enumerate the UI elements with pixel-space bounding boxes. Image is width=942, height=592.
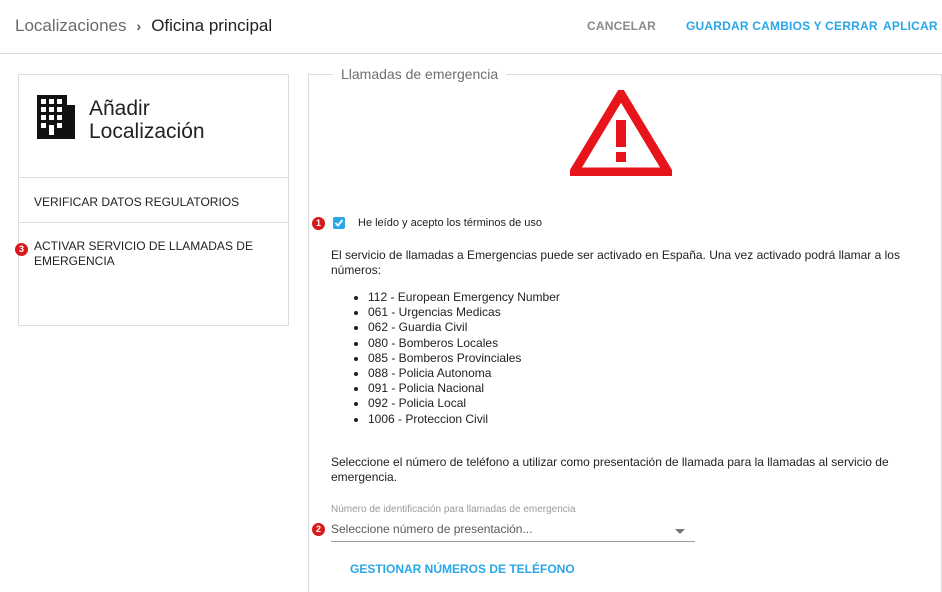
dropdown-arrow-icon[interactable] [675, 529, 685, 534]
list-item: 062 - Guardia Civil [354, 320, 560, 335]
wizard-title-line2: Localización [89, 120, 205, 143]
list-item: 061 - Urgencias Medicas [354, 305, 560, 320]
step-label: ACTIVAR SERVICIO DE LLAMADAS DE EMERGENC… [34, 239, 253, 268]
terms-row: He leído y acepto los términos de uso [333, 217, 542, 229]
caller-id-select-value: Seleccione número de presentación... [331, 522, 533, 536]
building-icon [37, 95, 75, 139]
list-item: 085 - Bomberos Provinciales [354, 351, 560, 366]
wizard-steps-panel: Añadir Localización VERIFICAR DATOS REGU… [18, 74, 289, 326]
apply-button[interactable]: APLICAR [883, 19, 938, 33]
step-verify-regulatory-data[interactable]: VERIFICAR DATOS REGULATORIOS [19, 178, 288, 223]
emergency-calls-section: Llamadas de emergencia He leído y acepto… [308, 66, 942, 592]
emergency-numbers-list: 112 - European Emergency Number 061 - Ur… [354, 290, 560, 427]
section-title: Llamadas de emergencia [333, 66, 507, 82]
list-item: 091 - Policia Nacional [354, 381, 560, 396]
step-label: VERIFICAR DATOS REGULATORIOS [34, 195, 240, 209]
list-item: 088 - Policia Autonoma [354, 366, 560, 381]
list-item: 092 - Policia Local [354, 396, 560, 411]
wizard-title: Añadir Localización [89, 97, 205, 143]
list-item: 080 - Bomberos Locales [354, 336, 560, 351]
warning-triangle-icon [570, 90, 672, 176]
caller-id-field-label: Número de identificación para llamadas d… [331, 504, 576, 515]
annotation-badge-2: 2 [312, 523, 325, 536]
intro-text: El servicio de llamadas a Emergencias pu… [331, 248, 900, 277]
list-item: 1006 - Proteccion Civil [354, 412, 560, 427]
page-title: Oficina principal [151, 16, 273, 35]
terms-checkbox[interactable] [333, 217, 345, 229]
top-bar: Localizaciones › Oficina principal CANCE… [0, 0, 942, 54]
step-activate-emergency-service[interactable]: ACTIVAR SERVICIO DE LLAMADAS DE EMERGENC… [19, 223, 288, 323]
breadcrumb: Localizaciones › Oficina principal [15, 16, 272, 36]
wizard-header: Añadir Localización [19, 75, 288, 178]
wizard-title-line1: Añadir [89, 97, 150, 120]
annotation-badge-1: 1 [312, 217, 325, 230]
breadcrumb-separator: › [136, 18, 142, 34]
list-item: 112 - European Emergency Number [354, 290, 560, 305]
check-icon [334, 219, 344, 227]
manage-phone-numbers-button[interactable]: GESTIONAR NÚMEROS DE TELÉFONO [350, 562, 575, 576]
terms-label[interactable]: He leído y acepto los términos de uso [358, 217, 542, 229]
cancel-button[interactable]: CANCELAR [587, 19, 656, 33]
caller-id-select[interactable]: Seleccione número de presentación... [331, 519, 695, 542]
breadcrumb-parent-link[interactable]: Localizaciones [15, 16, 127, 36]
select-instruction-text: Seleccione el número de teléfono a utili… [331, 455, 889, 484]
annotation-badge-3: 3 [15, 243, 28, 256]
save-and-close-button[interactable]: GUARDAR CAMBIOS Y CERRAR [686, 19, 878, 33]
